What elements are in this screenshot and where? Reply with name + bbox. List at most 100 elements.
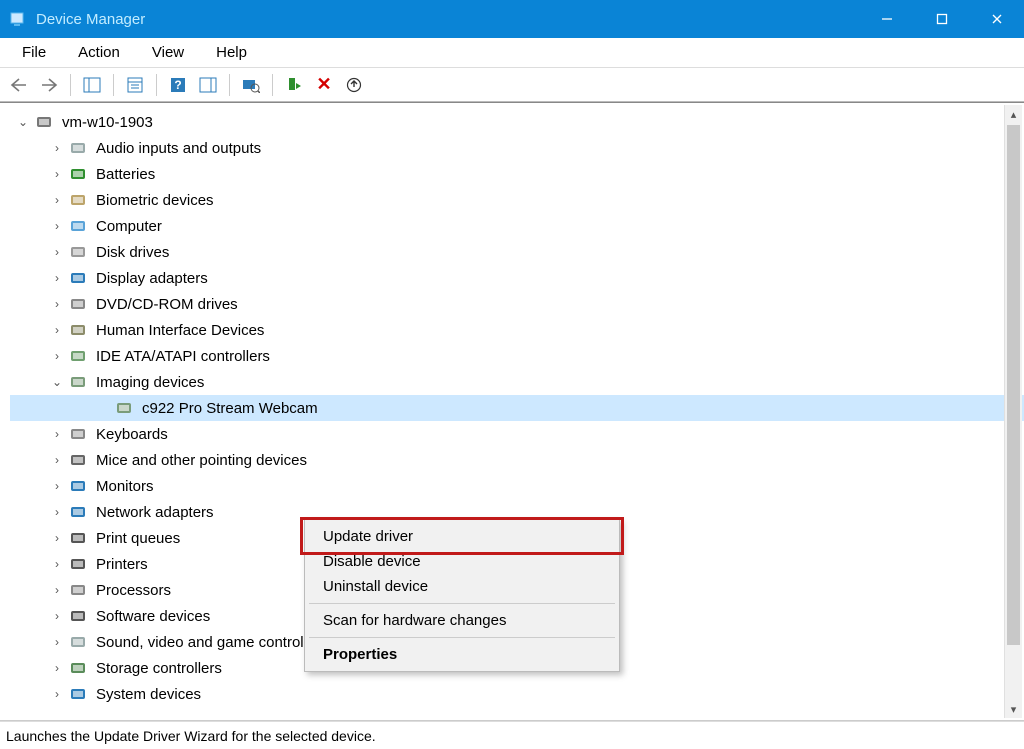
tree-category-label: Sound, video and game controllers (96, 634, 328, 651)
tree-category-label: Processors (96, 582, 171, 599)
ide-icon (68, 346, 88, 366)
tree-category[interactable]: › Monitors (10, 473, 1024, 499)
tree-category-label: Print queues (96, 530, 180, 547)
chevron-right-icon[interactable]: › (50, 635, 64, 649)
tree-category-label: Keyboards (96, 426, 168, 443)
cpu-icon (68, 580, 88, 600)
chevron-down-icon[interactable]: ⌄ (50, 375, 64, 389)
context-menu-item[interactable]: Uninstall device (305, 574, 619, 599)
tree-category[interactable]: › Batteries (10, 161, 1024, 187)
context-menu: Update driverDisable deviceUninstall dev… (304, 519, 620, 672)
tree-category[interactable]: › Human Interface Devices (10, 317, 1024, 343)
tree-device[interactable]: c922 Pro Stream Webcam (10, 395, 1024, 421)
menu-file[interactable]: File (6, 40, 62, 65)
titlebar: Device Manager (0, 0, 1024, 38)
vertical-scrollbar[interactable]: ▴ ▾ (1004, 105, 1022, 718)
menu-help[interactable]: Help (200, 40, 263, 65)
tree-category[interactable]: › Mice and other pointing devices (10, 447, 1024, 473)
tree-category[interactable]: › Display adapters (10, 265, 1024, 291)
svg-text:?: ? (174, 78, 181, 92)
help-button[interactable]: ? (165, 72, 191, 98)
tree-category-label: Software devices (96, 608, 210, 625)
tree-category-label: System devices (96, 686, 201, 703)
chevron-right-icon[interactable]: › (50, 349, 64, 363)
tree-category[interactable]: › Computer (10, 213, 1024, 239)
tree-category[interactable]: › IDE ATA/ATAPI controllers (10, 343, 1024, 369)
tree-category[interactable]: ⌄ Imaging devices (10, 369, 1024, 395)
tree-category[interactable]: › Keyboards (10, 421, 1024, 447)
context-menu-item[interactable]: Update driver (305, 524, 619, 549)
update-driver-button[interactable] (341, 72, 367, 98)
enable-device-button[interactable] (281, 72, 307, 98)
chevron-right-icon[interactable]: › (50, 505, 64, 519)
chevron-right-icon[interactable]: › (50, 219, 64, 233)
tree-category[interactable]: › Disk drives (10, 239, 1024, 265)
scroll-up-icon[interactable]: ▴ (1005, 105, 1022, 123)
chevron-right-icon[interactable]: › (50, 687, 64, 701)
fingerprint-icon (68, 190, 88, 210)
uninstall-device-button[interactable]: ✕ (311, 72, 337, 98)
toolbar-separator (229, 74, 230, 96)
chevron-right-icon[interactable]: › (50, 323, 64, 337)
network-icon (68, 502, 88, 522)
chevron-right-icon[interactable]: › (50, 661, 64, 675)
chevron-right-icon[interactable]: › (50, 193, 64, 207)
tree-category-label: Printers (96, 556, 148, 573)
system-icon (68, 684, 88, 704)
tree-category-label: Batteries (96, 166, 155, 183)
back-button[interactable] (6, 72, 32, 98)
chevron-right-icon[interactable]: › (50, 167, 64, 181)
storage-icon (68, 658, 88, 678)
hid-icon (68, 320, 88, 340)
tree-category[interactable]: › DVD/CD-ROM drives (10, 291, 1024, 317)
menu-view[interactable]: View (136, 40, 200, 65)
chevron-right-icon[interactable]: › (50, 297, 64, 311)
chevron-right-icon[interactable]: › (50, 609, 64, 623)
tree-category-label: Mice and other pointing devices (96, 452, 307, 469)
menu-action[interactable]: Action (62, 40, 136, 65)
chevron-right-icon[interactable]: › (50, 583, 64, 597)
tree-device-label: c922 Pro Stream Webcam (142, 400, 318, 417)
camera-icon (68, 372, 88, 392)
chevron-right-icon[interactable]: › (50, 531, 64, 545)
mouse-icon (68, 450, 88, 470)
forward-button[interactable] (36, 72, 62, 98)
tree-category-label: Disk drives (96, 244, 169, 261)
tree-category[interactable]: › Audio inputs and outputs (10, 135, 1024, 161)
properties-button[interactable] (122, 72, 148, 98)
show-hide-console-tree-button[interactable] (79, 72, 105, 98)
tree-category-label: Biometric devices (96, 192, 214, 209)
sound-icon (68, 632, 88, 652)
tree-category[interactable]: › System devices (10, 681, 1024, 707)
chevron-right-icon[interactable]: › (50, 453, 64, 467)
tree-category-label: IDE ATA/ATAPI controllers (96, 348, 270, 365)
tree-category[interactable]: › Biometric devices (10, 187, 1024, 213)
context-menu-item[interactable]: Disable device (305, 549, 619, 574)
chevron-right-icon[interactable]: › (50, 141, 64, 155)
tree-root[interactable]: ⌄ vm-w10-1903 (10, 109, 1024, 135)
tree-category-label: Storage controllers (96, 660, 222, 677)
chevron-right-icon[interactable]: › (50, 271, 64, 285)
tree-category-label: Monitors (96, 478, 154, 495)
tree-category-label: Network adapters (96, 504, 214, 521)
battery-icon (68, 164, 88, 184)
chevron-down-icon[interactable]: ⌄ (16, 115, 30, 129)
tree-category-label: Imaging devices (96, 374, 204, 391)
scan-hardware-button[interactable] (238, 72, 264, 98)
action-pane-button[interactable] (195, 72, 221, 98)
chevron-right-icon[interactable]: › (50, 427, 64, 441)
printer-icon (68, 554, 88, 574)
maximize-button[interactable] (914, 0, 969, 38)
minimize-button[interactable] (859, 0, 914, 38)
context-menu-item[interactable]: Scan for hardware changes (305, 608, 619, 633)
scroll-down-icon[interactable]: ▾ (1005, 700, 1022, 718)
tree-category-label: Display adapters (96, 270, 208, 287)
printqueue-icon (68, 528, 88, 548)
toolbar-separator (156, 74, 157, 96)
chevron-right-icon[interactable]: › (50, 557, 64, 571)
chevron-right-icon[interactable]: › (50, 245, 64, 259)
chevron-right-icon[interactable]: › (50, 479, 64, 493)
scroll-thumb[interactable] (1007, 125, 1020, 645)
context-menu-item[interactable]: Properties (305, 642, 619, 667)
close-button[interactable] (969, 0, 1024, 38)
